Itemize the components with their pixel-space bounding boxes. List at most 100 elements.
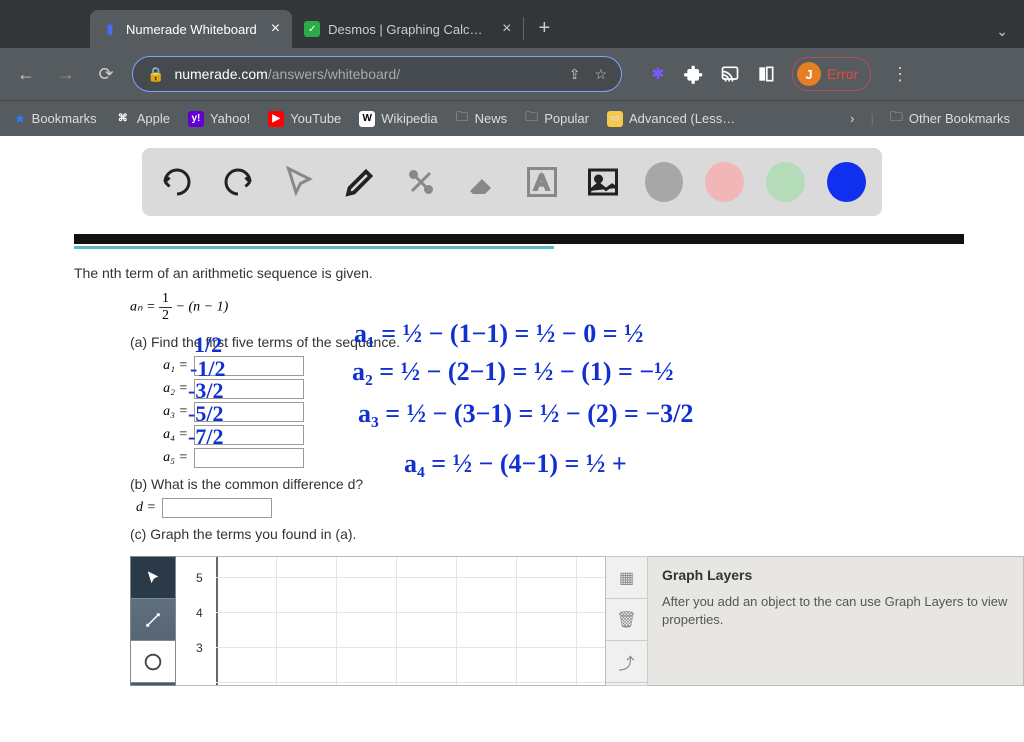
url-domain: numerade.com: [174, 66, 267, 82]
graph-layers-text: After you add an object to the can use G…: [662, 593, 1009, 629]
answer-row-d: d =: [130, 498, 964, 518]
gridline-h: [216, 612, 605, 613]
gridline-h: [216, 577, 605, 578]
color-grey[interactable]: [645, 162, 684, 202]
pen-tool[interactable]: [340, 162, 379, 202]
gridline-v: [336, 557, 337, 685]
close-icon[interactable]: ×: [271, 20, 280, 38]
color-blue[interactable]: [827, 162, 866, 202]
problem-intro: The nth term of an arithmetic sequence i…: [74, 265, 964, 281]
graph-side-btn1[interactable]: ▦: [606, 557, 647, 599]
bookmarks-overflow-icon[interactable]: ›: [850, 111, 854, 126]
menu-button[interactable]: ⋮: [883, 64, 917, 85]
bookmark-label: YouTube: [290, 111, 341, 126]
frac-den: 2: [159, 308, 172, 324]
answer-input-a1[interactable]: [194, 356, 304, 376]
answer-label: a₄ =: [144, 427, 188, 443]
cast-icon[interactable]: [720, 64, 740, 84]
answer-label: a₁ =: [144, 358, 188, 374]
gridline-v: [396, 557, 397, 685]
graph-pointer-tool[interactable]: [131, 557, 175, 599]
answer-row-1: a₁ =: [144, 356, 964, 376]
forward-button[interactable]: →: [52, 60, 80, 88]
answer-input-a4[interactable]: [194, 425, 304, 445]
bookmark-popular[interactable]: 🗀Popular: [525, 108, 589, 130]
graph-layers-title: Graph Layers: [662, 567, 1009, 583]
tab-desmos[interactable]: ✓ Desmos | Graphing Calculato ×: [292, 10, 523, 48]
answer-input-a2[interactable]: [194, 379, 304, 399]
cursor-tool[interactable]: [280, 162, 319, 202]
answer-label: a₅ =: [144, 450, 188, 466]
bookmark-news[interactable]: 🗀News: [456, 108, 508, 130]
part-b: (b) What is the common difference d?: [130, 476, 964, 492]
page-content: A The nth term of an arithmetic sequence…: [0, 148, 1024, 686]
formula-lhs: aₙ =: [130, 300, 159, 315]
graph-canvas[interactable]: 5 4 3: [176, 556, 606, 686]
tab-strip: ▮ Numerade Whiteboard × ✓ Desmos | Graph…: [0, 0, 1024, 48]
close-icon[interactable]: ×: [502, 20, 511, 38]
graph-line-tool[interactable]: [131, 599, 175, 641]
answer-label: d =: [130, 500, 156, 516]
undo-button[interactable]: [158, 162, 197, 202]
graph-side-tools: ▦ 🗑 ⤴: [606, 556, 648, 686]
graph-side-btn3[interactable]: ⤴: [606, 641, 647, 683]
gridline-v: [576, 557, 577, 685]
bookmark-label: Advanced (Less…: [629, 111, 735, 126]
answer-row-4: a₄ =: [144, 425, 964, 445]
new-tab-button[interactable]: +: [523, 17, 564, 40]
tools-button[interactable]: [401, 162, 440, 202]
graph-circle-tool[interactable]: [131, 641, 175, 683]
bookmark-apple[interactable]: ⌘Apple: [115, 111, 170, 127]
color-pink[interactable]: [705, 162, 744, 202]
bookmarks-bar: ★Bookmarks ⌘Apple y!Yahoo! ▶YouTube WWik…: [0, 100, 1024, 136]
answer-row-3: a₃ =: [144, 402, 964, 422]
extension-icon[interactable]: ✱: [648, 64, 668, 84]
share-icon[interactable]: ⇪: [569, 66, 581, 83]
bookmark-youtube[interactable]: ▶YouTube: [268, 111, 341, 127]
redo-button[interactable]: [219, 162, 258, 202]
eraser-tool[interactable]: [462, 162, 501, 202]
graph-section: 5 4 3 ▦ 🗑 ⤴ Graph Layers After you add a…: [130, 556, 1024, 686]
graph-layers-panel: Graph Layers After you add an object to …: [648, 556, 1024, 686]
answer-input-a5[interactable]: [194, 448, 304, 468]
tab-dropdown-icon[interactable]: ⌄: [980, 23, 1024, 48]
profile-badge: J: [797, 62, 821, 86]
text-tool[interactable]: A: [523, 162, 562, 202]
graph-toolbar: [130, 556, 176, 686]
whiteboard-toolbar: A: [142, 148, 882, 216]
reader-icon[interactable]: [756, 64, 776, 84]
lock-icon: 🔒: [147, 66, 164, 83]
answer-input-d[interactable]: [162, 498, 272, 518]
star-icon[interactable]: ☆: [594, 66, 607, 83]
graph-side-btn2[interactable]: 🗑: [606, 599, 647, 641]
bookmark-label: Other Bookmarks: [909, 111, 1010, 126]
image-tool[interactable]: [584, 162, 623, 202]
url-bar[interactable]: 🔒 numerade.com/answers/whiteboard/ ⇪ ☆: [132, 56, 622, 92]
answer-label: a₂ =: [144, 381, 188, 397]
bookmark-bookmarks[interactable]: ★Bookmarks: [14, 111, 97, 127]
part-a: (a) Find the first five terms of the seq…: [130, 334, 964, 350]
problem-bar: [74, 234, 964, 244]
profile-error[interactable]: J Error: [792, 57, 871, 91]
other-bookmarks[interactable]: 🗀Other Bookmarks: [890, 108, 1010, 130]
tab-title: Desmos | Graphing Calculato: [328, 22, 488, 37]
ytick-5: 5: [196, 571, 203, 585]
gridline-h: [216, 647, 605, 648]
gridline-v: [516, 557, 517, 685]
back-button[interactable]: ←: [12, 60, 40, 88]
reload-button[interactable]: ⟳: [92, 60, 120, 88]
url-path: /answers/whiteboard/: [268, 66, 400, 82]
tab-numerade[interactable]: ▮ Numerade Whiteboard ×: [90, 10, 292, 48]
answer-row-5: a₅ =: [144, 448, 964, 468]
favicon-numerade: ▮: [102, 21, 118, 37]
answer-input-a3[interactable]: [194, 402, 304, 422]
bookmark-yahoo[interactable]: y!Yahoo!: [188, 111, 250, 127]
frac-num: 1: [159, 291, 172, 308]
bookmark-label: Bookmarks: [32, 111, 97, 126]
bookmark-wikipedia[interactable]: WWikipedia: [359, 111, 437, 127]
ytick-3: 3: [196, 641, 203, 655]
answer-label: a₃ =: [144, 404, 188, 420]
bookmark-advanced[interactable]: ▭Advanced (Less…: [607, 111, 735, 127]
extensions-puzzle-icon[interactable]: [684, 64, 704, 84]
color-green[interactable]: [766, 162, 805, 202]
